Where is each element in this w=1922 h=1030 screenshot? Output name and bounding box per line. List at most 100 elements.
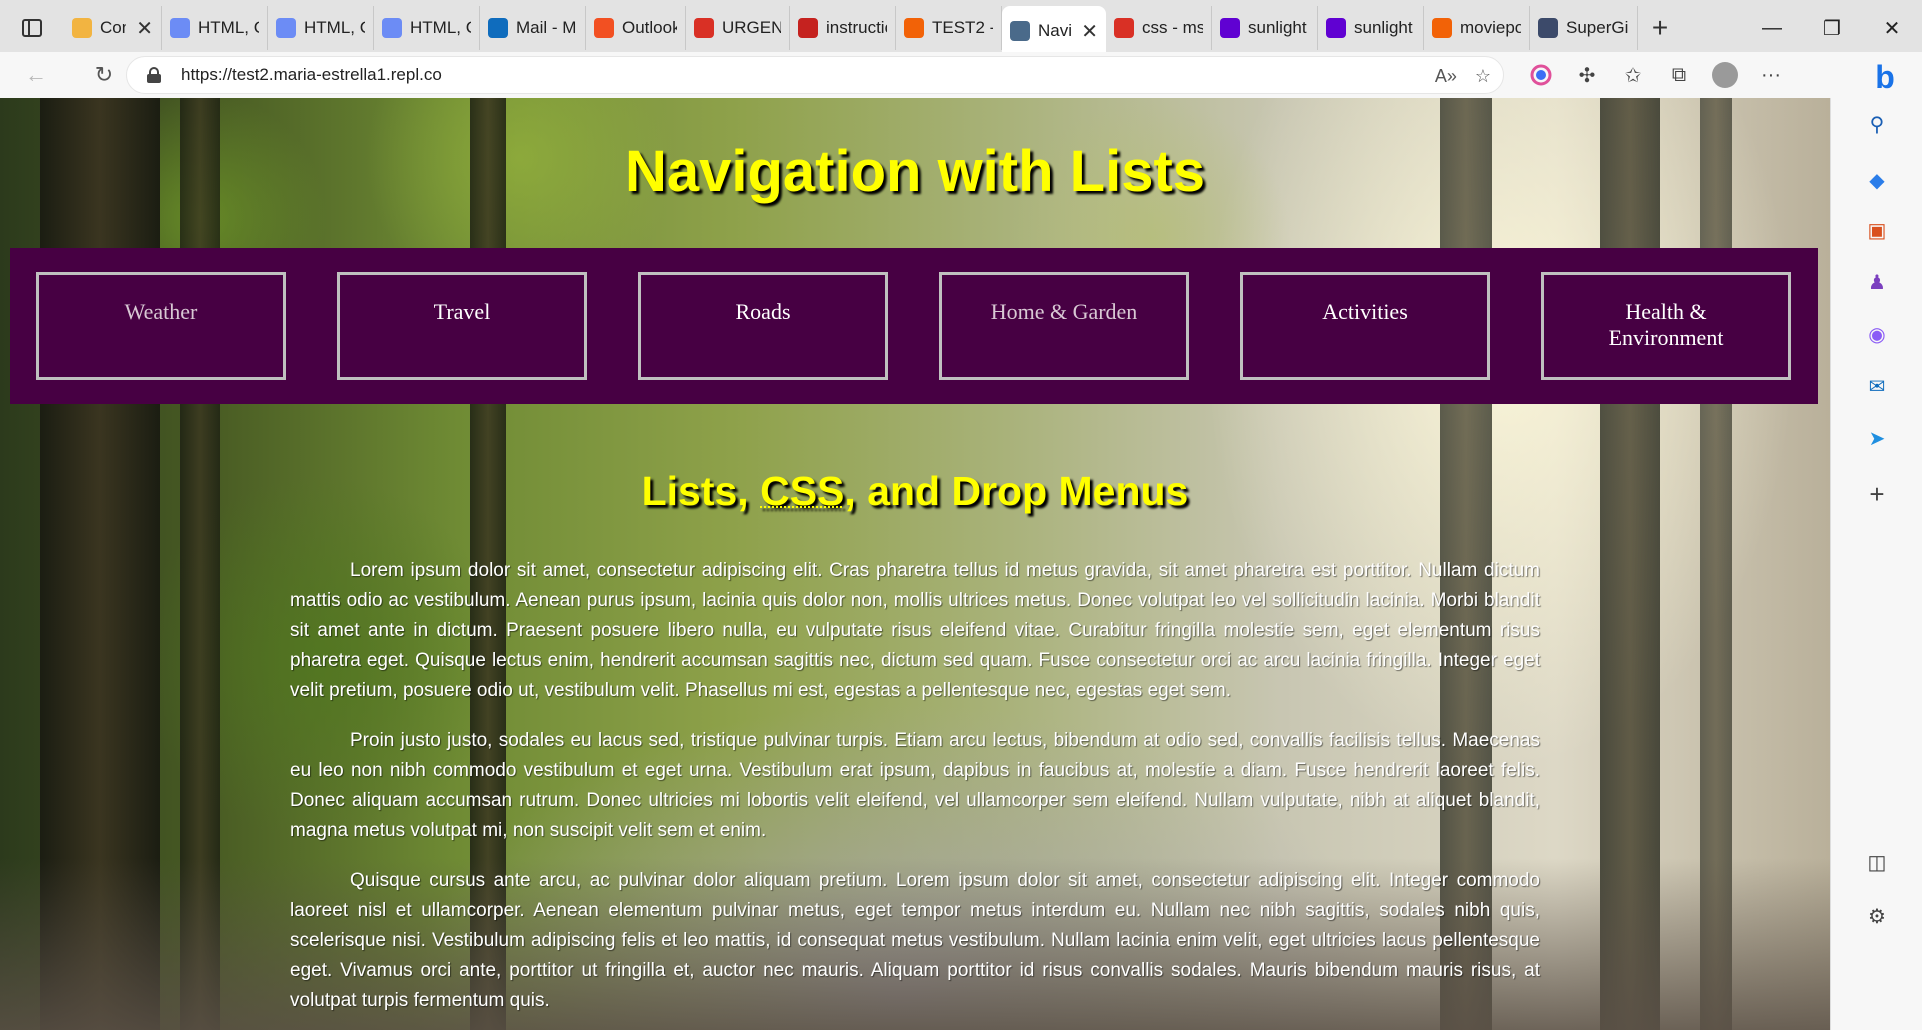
copilot-icon[interactable] [1518,52,1564,98]
collections-icon[interactable]: ⧉ [1656,52,1702,98]
section-title-text: Lists, [641,468,761,514]
edge-sidebar: ⚲ ◆ ▣ ♟ ◉ ✉ ➤ + ◫ ⚙ [1830,98,1922,1030]
profile-avatar[interactable] [1702,52,1748,98]
gmail-favicon-icon [1114,18,1134,38]
bing-chat-icon[interactable]: b [1862,54,1908,100]
tab-title: HTML, C [410,18,471,37]
tab-title: css - msu [1142,18,1203,37]
browser-tab[interactable]: sunlight [1318,6,1424,50]
browser-tab[interactable]: Con ✕ [64,6,162,50]
gmail-favicon-icon [694,18,714,38]
forest-favicon-icon [1010,21,1030,41]
page-viewport: Navigation with Lists Weather Travel Roa… [0,98,1830,1030]
toolbox-icon[interactable]: ▣ [1861,214,1893,246]
tab-title: instructio [826,18,887,37]
tab-list: Con ✕ HTML, C HTML, C HTML, C Mail - M Outlook… [64,0,1682,56]
toolbar-icons: ✣ ✩ ⧉ ··· [1518,52,1794,98]
nav-item-travel[interactable]: Travel [337,272,587,380]
image-favicon-icon [1538,18,1558,38]
close-tab-icon[interactable]: ✕ [1081,19,1098,44]
yahoo-favicon-icon [1220,18,1240,38]
window-controls: — ❐ ✕ [1742,0,1922,56]
nav-item-roads[interactable]: Roads [638,272,888,380]
z-favicon-icon [382,18,402,38]
address-bar[interactable]: https://test2.maria-estrella1.repl.co A»… [126,56,1504,94]
tab-strip: Con ✕ HTML, C HTML, C HTML, C Mail - M Outlook… [0,0,1922,56]
browser-tab[interactable]: Mail - M [480,6,586,50]
browser-tab[interactable]: HTML, C [268,6,374,50]
url-text[interactable]: https://test2.maria-estrella1.repl.co [181,65,442,85]
tab-title: HTML, C [198,18,259,37]
close-tab-icon[interactable]: ✕ [136,16,153,41]
pencil-favicon-icon [72,18,92,38]
tab-title: Mail - M [516,18,577,37]
tab-title: Outlook [622,18,677,37]
split-screen-icon[interactable]: ◫ [1861,846,1893,878]
yahoo-favicon-icon [1326,18,1346,38]
replit-favicon-icon [904,18,924,38]
nav-item-weather[interactable]: Weather [36,272,286,380]
microsoft-favicon-icon [594,18,614,38]
browser-tab[interactable]: instructio [790,6,896,50]
more-menu-icon[interactable]: ··· [1748,52,1794,98]
nav-item-home-garden[interactable]: Home & Garden [939,272,1189,380]
people-icon[interactable]: ♟ [1861,266,1893,298]
tab-title: SuperGirl [1566,18,1629,37]
browser-tab[interactable]: HTML, C [162,6,268,50]
tag-icon[interactable]: ◆ [1861,164,1893,196]
tab-title: Con [100,18,126,37]
tab-actions-button[interactable] [0,0,64,56]
office-icon[interactable]: ◉ [1861,318,1893,350]
send-icon[interactable]: ➤ [1861,422,1893,454]
read-aloud-icon[interactable]: A» [1435,66,1457,87]
browser-tab[interactable]: moviepo [1424,6,1530,50]
minimize-button[interactable]: — [1742,0,1802,56]
tab-title: HTML, C [304,18,365,37]
refresh-button[interactable]: ↻ [82,55,126,95]
close-window-button[interactable]: ✕ [1862,0,1922,56]
tab-title: TEST2 - F [932,18,993,37]
browser-tab[interactable]: SuperGirl [1530,6,1638,50]
web-page: Navigation with Lists Weather Travel Roa… [0,98,1830,1030]
outlook-favicon-icon [488,18,508,38]
css-abbreviation[interactable]: CSS [760,468,844,514]
pdf-favicon-icon [798,18,818,38]
search-icon[interactable]: ⚲ [1861,108,1893,140]
extensions-icon[interactable]: ✣ [1564,52,1610,98]
page-title: Navigation with Lists [624,139,1206,204]
article-body: Lorem ipsum dolor sit amet, consectetur … [290,556,1540,1030]
browser-tab[interactable]: URGENT [686,6,790,50]
z-favicon-icon [276,18,296,38]
avatar [1712,62,1738,88]
new-tab-button[interactable]: + [1638,6,1682,50]
back-button[interactable]: ← [14,55,58,95]
outlook-icon[interactable]: ✉ [1861,370,1893,402]
browser-tab[interactable]: HTML, C [374,6,480,50]
browser-tab[interactable]: css - msu [1106,6,1212,50]
browser-tab[interactable]: TEST2 - F [896,6,1002,50]
tab-title: sunlight [1248,18,1307,37]
tab-title: moviepo [1460,18,1521,37]
tab-title: Navi [1038,21,1072,40]
browser-tab[interactable]: Outlook [586,6,686,50]
browser-tab[interactable]: Navi ✕ [1002,6,1106,56]
browser-tab[interactable]: sunlight [1212,6,1318,50]
add-favorite-icon[interactable]: ☆ [1475,66,1491,87]
tab-actions-icon [22,19,42,37]
settings-icon[interactable]: ⚙ [1861,900,1893,932]
section-title-text: , and Drop Menus [844,468,1189,514]
nav-item-health-environment[interactable]: Health & Environment [1541,272,1791,380]
restore-button[interactable]: ❐ [1802,0,1862,56]
tab-title: sunlight [1354,18,1413,37]
section-title: Lists, CSS, and Drop Menus [0,468,1830,515]
tab-title: URGENT [722,18,781,37]
add-icon[interactable]: + [1861,478,1893,510]
replit-favicon-icon [1432,18,1452,38]
browser-toolbar: ← ↻ https://test2.maria-estrella1.repl.c… [0,52,1922,98]
lock-icon[interactable] [147,67,161,83]
paragraph: Quisque cursus ante arcu, ac pulvinar do… [290,870,1540,1011]
nav-item-activities[interactable]: Activities [1240,272,1490,380]
main-nav: Weather Travel Roads Home & Garden Activ… [10,248,1818,404]
favorites-icon[interactable]: ✩ [1610,52,1656,98]
paragraph: Proin justo justo, sodales eu lacus sed,… [290,730,1540,841]
